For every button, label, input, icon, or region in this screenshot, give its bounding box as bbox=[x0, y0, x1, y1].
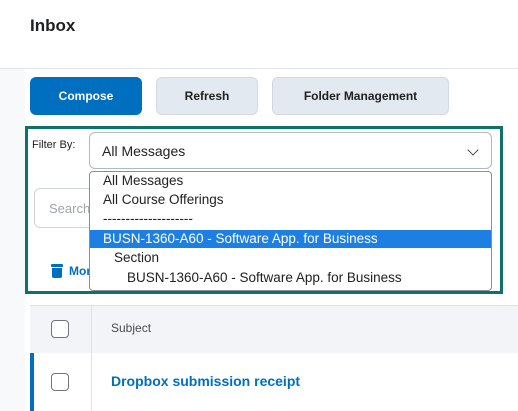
option-all-course-offerings[interactable]: All Course Offerings bbox=[90, 191, 491, 209]
message-subject-link[interactable]: Dropbox submission receipt bbox=[111, 373, 300, 389]
filter-dropdown-list[interactable]: All Messages All Course Offerings ------… bbox=[89, 171, 492, 291]
column-divider bbox=[91, 305, 92, 411]
page-header: Inbox bbox=[0, 0, 518, 69]
chevron-down-icon[interactable] bbox=[467, 144, 479, 156]
filter-by-label: Filter By: bbox=[32, 139, 76, 151]
column-header-subject[interactable]: Subject bbox=[111, 321, 151, 335]
filter-select[interactable]: All Messages bbox=[89, 132, 492, 169]
search-placeholder: Search bbox=[49, 200, 91, 216]
option-all-messages[interactable]: All Messages bbox=[90, 172, 491, 190]
compose-button[interactable]: Compose bbox=[30, 77, 142, 115]
trash-body bbox=[52, 268, 62, 278]
table-row[interactable]: Dropbox submission receipt bbox=[30, 353, 518, 411]
option-busn-1360-a60-course[interactable]: BUSN-1360-A60 - Software App. for Busine… bbox=[90, 230, 491, 248]
messages-table: Subject Dropbox submission receipt bbox=[30, 305, 518, 411]
row-unread-indicator bbox=[30, 353, 34, 411]
option-busn-1360-a60-section[interactable]: BUSN-1360-A60 - Software App. for Busine… bbox=[90, 269, 491, 287]
trash-icon[interactable] bbox=[51, 264, 63, 278]
option-section-header: Section bbox=[114, 250, 160, 265]
table-header: Subject bbox=[30, 305, 518, 354]
select-all-checkbox[interactable] bbox=[51, 320, 69, 338]
trash-lid bbox=[51, 264, 63, 267]
filter-select-value: All Messages bbox=[102, 142, 186, 159]
option-separator: -------------------- bbox=[103, 211, 193, 226]
page-title: Inbox bbox=[30, 16, 76, 35]
folder-management-button[interactable]: Folder Management bbox=[272, 77, 449, 115]
refresh-button[interactable]: Refresh bbox=[156, 77, 258, 115]
row-checkbox[interactable] bbox=[51, 373, 69, 391]
